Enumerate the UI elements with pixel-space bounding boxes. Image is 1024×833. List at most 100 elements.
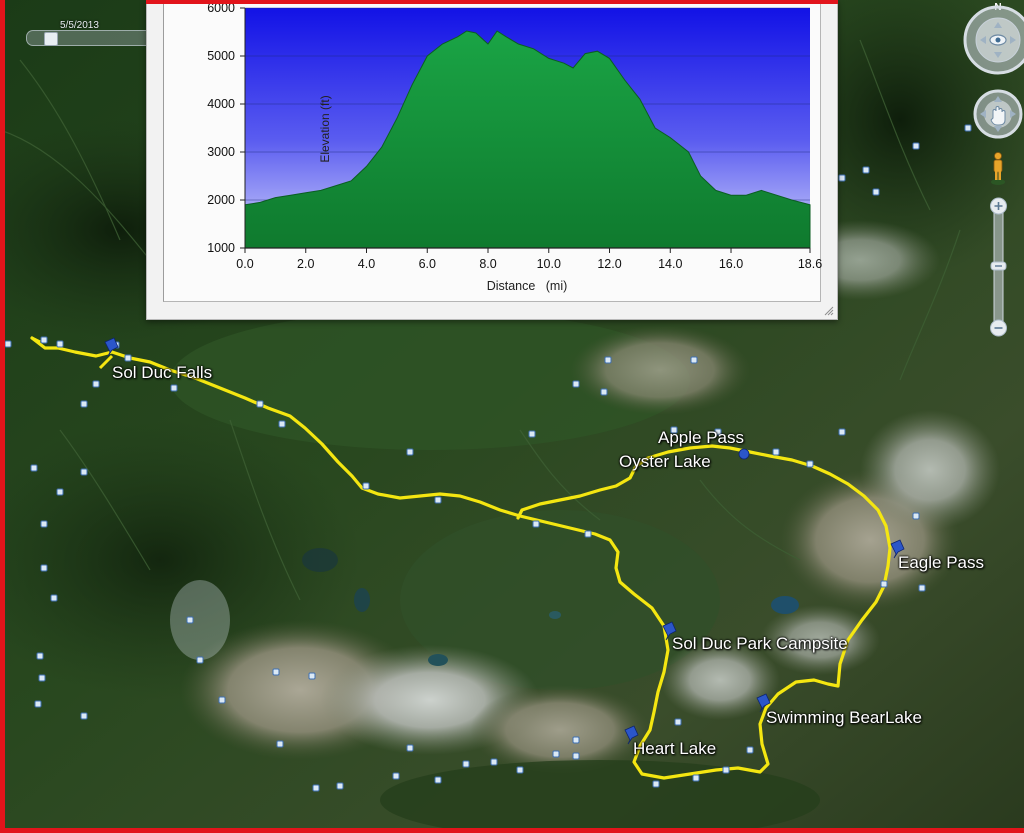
poi-marker-icon[interactable] bbox=[406, 448, 414, 456]
poi-marker-icon[interactable] bbox=[584, 530, 592, 538]
poi-marker-icon[interactable] bbox=[528, 430, 536, 438]
poi-marker-icon[interactable] bbox=[256, 400, 264, 408]
timeline-slider[interactable]: 5/5/2013 bbox=[24, 18, 154, 48]
place-label-sol-duc-park-campsite[interactable]: Sol Duc Park Campsite bbox=[672, 634, 848, 654]
poi-marker-icon[interactable] bbox=[362, 482, 370, 490]
poi-marker-icon[interactable] bbox=[196, 656, 204, 664]
x-tick-label: 2.0 bbox=[297, 257, 314, 271]
window-frame-left bbox=[0, 0, 5, 833]
poi-marker-icon[interactable] bbox=[92, 380, 100, 388]
x-tick-label: 10.0 bbox=[537, 257, 561, 271]
poi-marker-icon[interactable] bbox=[746, 746, 754, 754]
poi-marker-icon[interactable] bbox=[912, 512, 920, 520]
poi-marker-icon[interactable] bbox=[674, 718, 682, 726]
elevation-chart: 0.0 2.0 4.0 6.0 8.0 10.0 12.0 14.0 16.0 18.6 1000… bbox=[207, 1, 822, 293]
y-axis-label: Elevation (ft) bbox=[318, 95, 332, 162]
poi-marker-icon[interactable] bbox=[838, 174, 846, 182]
x-tick-label: 0.0 bbox=[236, 257, 253, 271]
place-label-swimming-bear-lake[interactable]: Swimming BearLake bbox=[766, 708, 922, 728]
poi-marker-icon[interactable] bbox=[56, 340, 64, 348]
poi-marker-icon[interactable] bbox=[572, 752, 580, 760]
navigation-controls: N bbox=[963, 2, 1024, 337]
poi-marker-icon[interactable] bbox=[406, 744, 414, 752]
resize-grip-icon[interactable] bbox=[822, 304, 834, 316]
pushpin-icon[interactable] bbox=[738, 448, 750, 460]
poi-marker-icon[interactable] bbox=[434, 496, 442, 504]
poi-marker-icon[interactable] bbox=[806, 460, 814, 468]
window-frame-top bbox=[146, 0, 838, 4]
poi-marker-icon[interactable] bbox=[690, 356, 698, 364]
elevation-profile-window[interactable]: 0.0 2.0 4.0 6.0 8.0 10.0 12.0 14.0 16.0 18.6 1000… bbox=[146, 0, 838, 320]
y-axis-ticks: 100020003000400050006000 bbox=[207, 1, 245, 255]
place-label-eagle-pass[interactable]: Eagle Pass bbox=[898, 553, 984, 573]
poi-marker-icon[interactable] bbox=[692, 774, 700, 782]
x-axis-ticks: 0.0 2.0 4.0 6.0 8.0 10.0 12.0 14.0 16.0 18.6 bbox=[236, 248, 822, 271]
poi-marker-icon[interactable] bbox=[336, 782, 344, 790]
poi-marker-icon[interactable] bbox=[912, 142, 920, 150]
y-tick-label: 1000 bbox=[207, 241, 235, 255]
poi-marker-icon[interactable] bbox=[722, 766, 730, 774]
window-frame-bottom bbox=[0, 828, 1024, 833]
x-tick-label: 14.0 bbox=[658, 257, 682, 271]
poi-marker-icon[interactable] bbox=[56, 488, 64, 496]
pegman-icon[interactable] bbox=[991, 152, 1005, 186]
poi-marker-icon[interactable] bbox=[38, 674, 46, 682]
poi-marker-icon[interactable] bbox=[80, 712, 88, 720]
poi-marker-icon[interactable] bbox=[532, 520, 540, 528]
poi-marker-icon[interactable] bbox=[880, 580, 888, 588]
poi-marker-icon[interactable] bbox=[308, 672, 316, 680]
place-label-sol-duc-falls[interactable]: Sol Duc Falls bbox=[112, 363, 212, 383]
poi-marker-icon[interactable] bbox=[36, 652, 44, 660]
poi-marker-icon[interactable] bbox=[30, 464, 38, 472]
x-tick-label: 6.0 bbox=[419, 257, 436, 271]
place-label-heart-lake[interactable]: Heart Lake bbox=[633, 739, 716, 759]
poi-marker-icon[interactable] bbox=[392, 772, 400, 780]
poi-marker-icon[interactable] bbox=[772, 448, 780, 456]
y-tick-label: 4000 bbox=[207, 97, 235, 111]
poi-marker-icon[interactable] bbox=[40, 336, 48, 344]
poi-marker-icon[interactable] bbox=[276, 740, 284, 748]
x-tick-label: 12.0 bbox=[597, 257, 621, 271]
poi-marker-icon[interactable] bbox=[462, 760, 470, 768]
poi-marker-icon[interactable] bbox=[838, 428, 846, 436]
poi-marker-icon[interactable] bbox=[604, 356, 612, 364]
timeline-thumb[interactable] bbox=[44, 32, 58, 46]
poi-marker-icon[interactable] bbox=[124, 354, 132, 362]
poi-marker-icon[interactable] bbox=[4, 340, 12, 348]
poi-marker-icon[interactable] bbox=[552, 750, 560, 758]
poi-marker-icon[interactable] bbox=[516, 766, 524, 774]
poi-marker-icon[interactable] bbox=[278, 420, 286, 428]
poi-marker-icon[interactable] bbox=[862, 166, 870, 174]
y-tick-label: 2000 bbox=[207, 193, 235, 207]
x-tick-label: 4.0 bbox=[358, 257, 375, 271]
poi-marker-icon[interactable] bbox=[490, 758, 498, 766]
map-view[interactable]: Sol Duc Falls Apple Pass Oyster Lake Eag… bbox=[0, 0, 1024, 833]
poi-marker-icon[interactable] bbox=[872, 188, 880, 196]
poi-marker-icon[interactable] bbox=[600, 388, 608, 396]
poi-marker-icon[interactable] bbox=[34, 700, 42, 708]
x-axis-label: Distance (mi) bbox=[487, 279, 568, 293]
place-label-apple-pass[interactable]: Apple Pass bbox=[658, 428, 744, 448]
poi-marker-icon[interactable] bbox=[80, 468, 88, 476]
poi-marker-icon[interactable] bbox=[186, 616, 194, 624]
poi-marker-icon[interactable] bbox=[40, 520, 48, 528]
poi-marker-icon[interactable] bbox=[50, 594, 58, 602]
poi-marker-icon[interactable] bbox=[572, 380, 580, 388]
x-tick-label: 18.6 bbox=[798, 257, 822, 271]
poi-marker-icon[interactable] bbox=[40, 564, 48, 572]
poi-marker-icon[interactable] bbox=[652, 780, 660, 788]
poi-marker-icon[interactable] bbox=[218, 696, 226, 704]
poi-marker-icon[interactable] bbox=[918, 584, 926, 592]
poi-marker-icon[interactable] bbox=[434, 776, 442, 784]
eye-icon[interactable] bbox=[989, 34, 1007, 46]
place-label-oyster-lake[interactable]: Oyster Lake bbox=[619, 452, 711, 472]
poi-marker-icon[interactable] bbox=[312, 784, 320, 792]
poi-marker-icon[interactable] bbox=[170, 384, 178, 392]
y-tick-label: 5000 bbox=[207, 49, 235, 63]
zoom-slider[interactable] bbox=[990, 197, 1007, 337]
x-tick-label: 16.0 bbox=[719, 257, 743, 271]
poi-marker-icon[interactable] bbox=[272, 668, 280, 676]
y-tick-label: 3000 bbox=[207, 145, 235, 159]
poi-marker-icon[interactable] bbox=[80, 400, 88, 408]
poi-marker-icon[interactable] bbox=[572, 736, 580, 744]
